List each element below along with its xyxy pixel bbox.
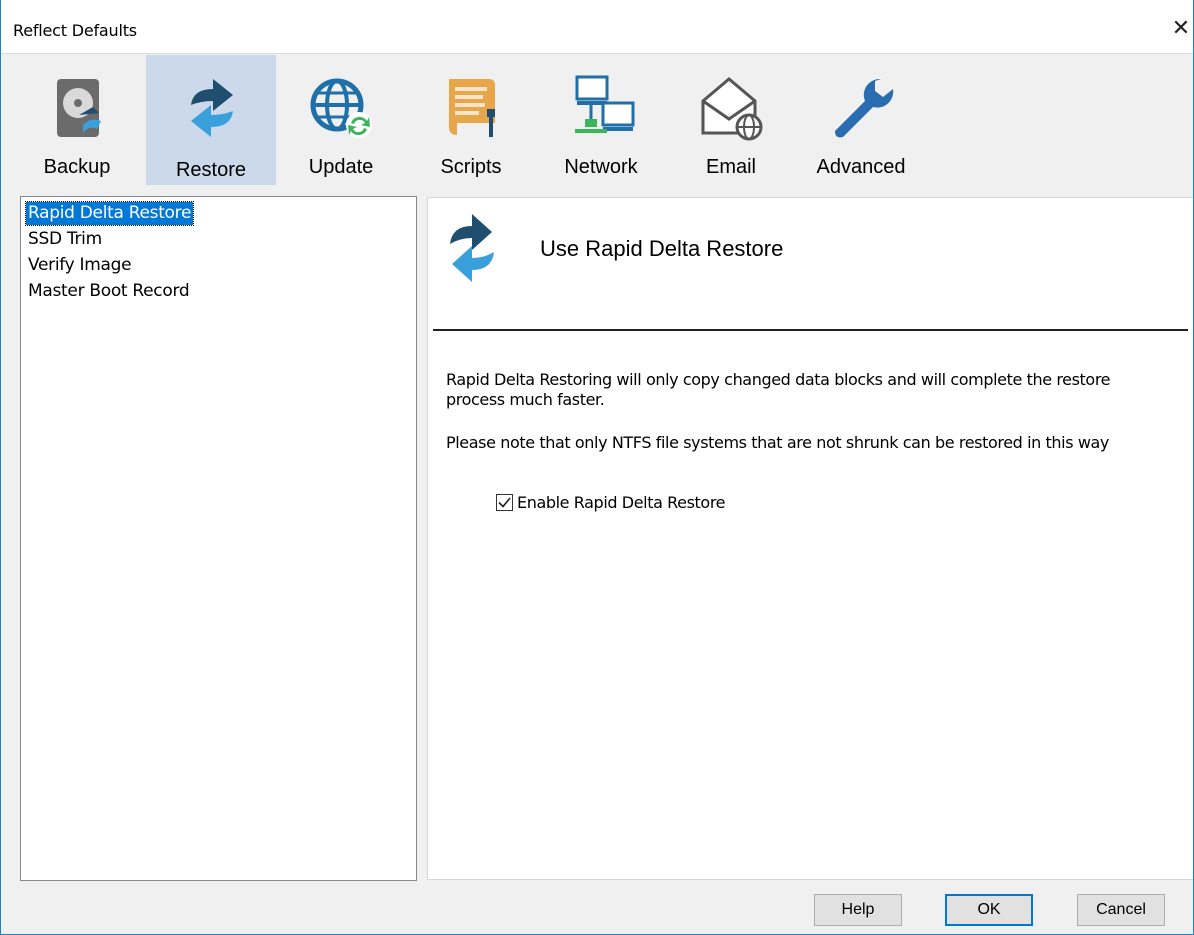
tab-advanced-label: Advanced xyxy=(816,156,906,178)
backup-disk-icon xyxy=(57,79,101,137)
ok-button[interactable]: OK xyxy=(945,894,1033,926)
note-text: Please note that only NTFS file systems … xyxy=(446,433,1109,452)
tab-network[interactable]: Network xyxy=(536,55,666,185)
settings-tree: Rapid Delta Restore SSD Trim Verify Imag… xyxy=(20,196,417,881)
scripts-scroll-icon xyxy=(449,79,495,137)
reflect-defaults-dialog: Reflect Defaults ✕ Backup Restore Update… xyxy=(0,0,1194,935)
restore-arrows-icon xyxy=(450,214,494,282)
help-button[interactable]: Help xyxy=(814,894,902,926)
tab-scripts[interactable]: Scripts xyxy=(406,55,536,185)
update-globe-icon xyxy=(310,78,372,138)
page-title: Use Rapid Delta Restore xyxy=(540,236,784,261)
tab-backup[interactable]: Backup xyxy=(12,55,142,185)
sidebar-item-master-boot-record[interactable]: Master Boot Record xyxy=(26,280,191,303)
tab-update-label: Update xyxy=(308,156,374,178)
category-toolbar: Backup Restore Update Scripts Network Em… xyxy=(12,55,1194,185)
cancel-button[interactable]: Cancel xyxy=(1077,894,1165,926)
tab-backup-label: Backup xyxy=(43,156,111,178)
tab-email-label: Email xyxy=(705,156,756,178)
tab-scripts-label: Scripts xyxy=(440,156,502,178)
network-computers-icon xyxy=(575,75,635,133)
tab-network-label: Network xyxy=(564,156,638,178)
tab-email[interactable]: Email xyxy=(666,55,796,185)
sidebar-item-verify-image[interactable]: Verify Image xyxy=(26,254,133,277)
tab-advanced[interactable]: Advanced xyxy=(796,55,926,185)
settings-content: Use Rapid Delta Restore Rapid Delta Rest… xyxy=(427,197,1194,880)
tab-restore[interactable]: Restore xyxy=(146,55,276,185)
header-divider xyxy=(433,329,1188,331)
close-button[interactable]: ✕ xyxy=(1168,14,1194,44)
checkmark-icon xyxy=(498,497,511,508)
sidebar-item-ssd-trim[interactable]: SSD Trim xyxy=(26,228,104,251)
restore-arrows-icon xyxy=(191,79,233,137)
tab-restore-label: Restore xyxy=(175,159,247,181)
enable-rapid-delta-label[interactable]: Enable Rapid Delta Restore xyxy=(517,493,725,512)
enable-rapid-delta-checkbox[interactable] xyxy=(496,494,513,511)
tab-update[interactable]: Update xyxy=(276,55,406,185)
title-bar: Reflect Defaults ✕ xyxy=(0,0,1194,54)
wrench-icon xyxy=(835,78,894,138)
window-title: Reflect Defaults xyxy=(13,21,137,40)
description-text: Rapid Delta Restoring will only copy cha… xyxy=(446,370,1111,409)
email-envelope-icon xyxy=(701,77,763,141)
sidebar-item-rapid-delta-restore[interactable]: Rapid Delta Restore xyxy=(24,201,195,226)
